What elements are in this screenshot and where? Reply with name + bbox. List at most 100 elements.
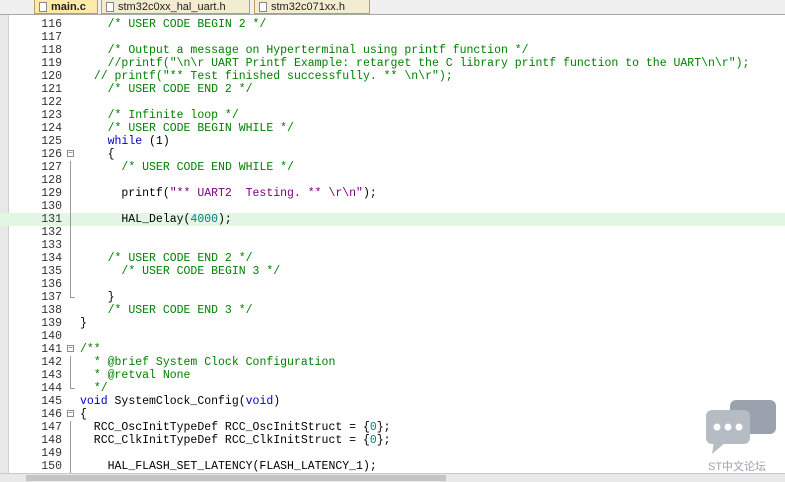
code-line[interactable]: 138 /* USER CODE END 3 */ <box>0 304 785 317</box>
code-line[interactable]: 136 <box>0 278 785 291</box>
code-line[interactable]: 120 // printf("** Test finished successf… <box>0 70 785 83</box>
tab-main-c[interactable]: main.c <box>34 0 98 14</box>
code-line[interactable]: 128 <box>0 174 785 187</box>
code-line[interactable]: 118 /* Output a message on Hyperterminal… <box>0 44 785 57</box>
fold-guide <box>70 252 71 265</box>
code-token: while <box>107 135 143 148</box>
code-line[interactable]: 125 while (1) <box>0 135 785 148</box>
scrollbar-thumb[interactable] <box>26 475 446 481</box>
code-line[interactable]: 122 <box>0 96 785 109</box>
tab-stm32c071xx-h[interactable]: stm32c071xx.h <box>254 0 370 14</box>
code-token: ) <box>273 395 281 408</box>
code-line[interactable]: 133 <box>0 239 785 252</box>
code-line[interactable]: 135 /* USER CODE BEGIN 3 */ <box>0 265 785 278</box>
line-number: 129 <box>41 187 62 200</box>
code-line[interactable]: 119 //printf("\n\r UART Printf Example: … <box>0 57 785 70</box>
code-line[interactable]: 130 <box>0 200 785 213</box>
code-text: HAL_Delay(4000); <box>80 213 232 226</box>
tab-stm32c0xx-hal-uart-h[interactable]: stm32c0xx_hal_uart.h <box>101 0 250 14</box>
current-code-line[interactable]: 131 HAL_Delay(4000); <box>0 213 785 226</box>
file-icon <box>39 1 47 12</box>
code-text: printf("** UART2 Testing. ** \r\n"); <box>80 187 376 200</box>
code-token: /* Infinite loop */ <box>107 109 239 122</box>
code-line[interactable]: 137 } <box>0 291 785 304</box>
code-text: RCC_ClkInitTypeDef RCC_ClkInitStruct = {… <box>80 434 391 447</box>
line-number: 144 <box>41 382 62 395</box>
code-line[interactable]: 116 /* USER CODE BEGIN 2 */ <box>0 18 785 31</box>
code-editor[interactable]: 116 /* USER CODE BEGIN 2 */117 118 /* Out… <box>0 15 785 473</box>
line-number: 136 <box>41 278 62 291</box>
line-number: 123 <box>41 109 62 122</box>
code-text: void SystemClock_Config(void) <box>80 395 280 408</box>
line-number: 142 <box>41 356 62 369</box>
code-line[interactable]: 149 <box>0 447 785 460</box>
line-number: 128 <box>41 174 62 187</box>
line-number: 148 <box>41 434 62 447</box>
fold-end-guide <box>70 291 75 298</box>
line-number: 126 <box>41 148 62 161</box>
line-number: 125 <box>41 135 62 148</box>
code-token: /** <box>80 343 101 356</box>
code-token: { <box>80 408 87 421</box>
line-number: 146 <box>41 408 62 421</box>
fold-toggle-icon[interactable]: − <box>67 410 74 418</box>
code-text: /* USER CODE BEGIN 2 */ <box>80 18 267 31</box>
fold-toggle-icon[interactable]: − <box>67 150 74 158</box>
code-token: /* USER CODE END 2 */ <box>107 252 253 265</box>
code-line[interactable]: 124 /* USER CODE BEGIN WHILE */ <box>0 122 785 135</box>
code-line[interactable]: 143 * @retval None <box>0 369 785 382</box>
code-line[interactable]: 126− { <box>0 148 785 161</box>
code-text: /** <box>80 343 101 356</box>
fold-toggle-icon[interactable]: − <box>67 345 74 353</box>
code-token: "** UART2 Testing. ** \r\n" <box>169 187 363 200</box>
code-text: /* USER CODE BEGIN WHILE */ <box>80 122 294 135</box>
code-line[interactable]: 150 HAL_FLASH_SET_LATENCY(FLASH_LATENCY_… <box>0 460 785 473</box>
code-line[interactable]: 147 RCC_OscInitTypeDef RCC_OscInitStruct… <box>0 421 785 434</box>
line-number: 116 <box>41 18 62 31</box>
line-number: 133 <box>41 239 62 252</box>
code-line[interactable]: 145 void SystemClock_Config(void) <box>0 395 785 408</box>
line-number: 132 <box>41 226 62 239</box>
fold-guide <box>70 369 71 382</box>
fold-guide <box>70 421 71 434</box>
code-token: /* USER CODE END 3 */ <box>107 304 253 317</box>
code-token: void <box>80 395 108 408</box>
tab-label: main.c <box>51 0 86 13</box>
line-number: 131 <box>41 213 62 226</box>
code-token: ); <box>218 213 232 226</box>
code-line[interactable]: 127 /* USER CODE END WHILE */ <box>0 161 785 174</box>
line-number: 127 <box>41 161 62 174</box>
line-number: 122 <box>41 96 62 109</box>
fold-guide <box>70 174 71 187</box>
code-token: void <box>245 395 274 408</box>
fold-guide <box>70 356 71 369</box>
code-line[interactable]: 146−{ <box>0 408 785 421</box>
line-number: 134 <box>41 252 62 265</box>
code-line[interactable]: 139} <box>0 317 785 330</box>
tab-label: stm32c0xx_hal_uart.h <box>118 0 226 13</box>
code-line[interactable]: 144 */ <box>0 382 785 395</box>
code-line[interactable]: 141−/** <box>0 343 785 356</box>
code-line[interactable]: 117 <box>0 31 785 44</box>
fold-guide <box>70 187 71 200</box>
code-line[interactable]: 129 printf("** UART2 Testing. ** \r\n"); <box>0 187 785 200</box>
code-token: 0 <box>369 434 377 447</box>
code-line[interactable]: 148 RCC_ClkInitTypeDef RCC_ClkInitStruct… <box>0 434 785 447</box>
code-token: /* USER CODE END WHILE */ <box>121 161 294 174</box>
code-line[interactable]: 121 /* USER CODE END 2 */ <box>0 83 785 96</box>
code-line[interactable]: 134 /* USER CODE END 2 */ <box>0 252 785 265</box>
code-line[interactable]: 142 * @brief System Clock Configuration <box>0 356 785 369</box>
code-line[interactable]: 132 <box>0 226 785 239</box>
code-line[interactable]: 123 /* Infinite loop */ <box>0 109 785 122</box>
line-number: 118 <box>41 44 62 57</box>
line-number: 145 <box>41 395 62 408</box>
code-line[interactable]: 140 <box>0 330 785 343</box>
